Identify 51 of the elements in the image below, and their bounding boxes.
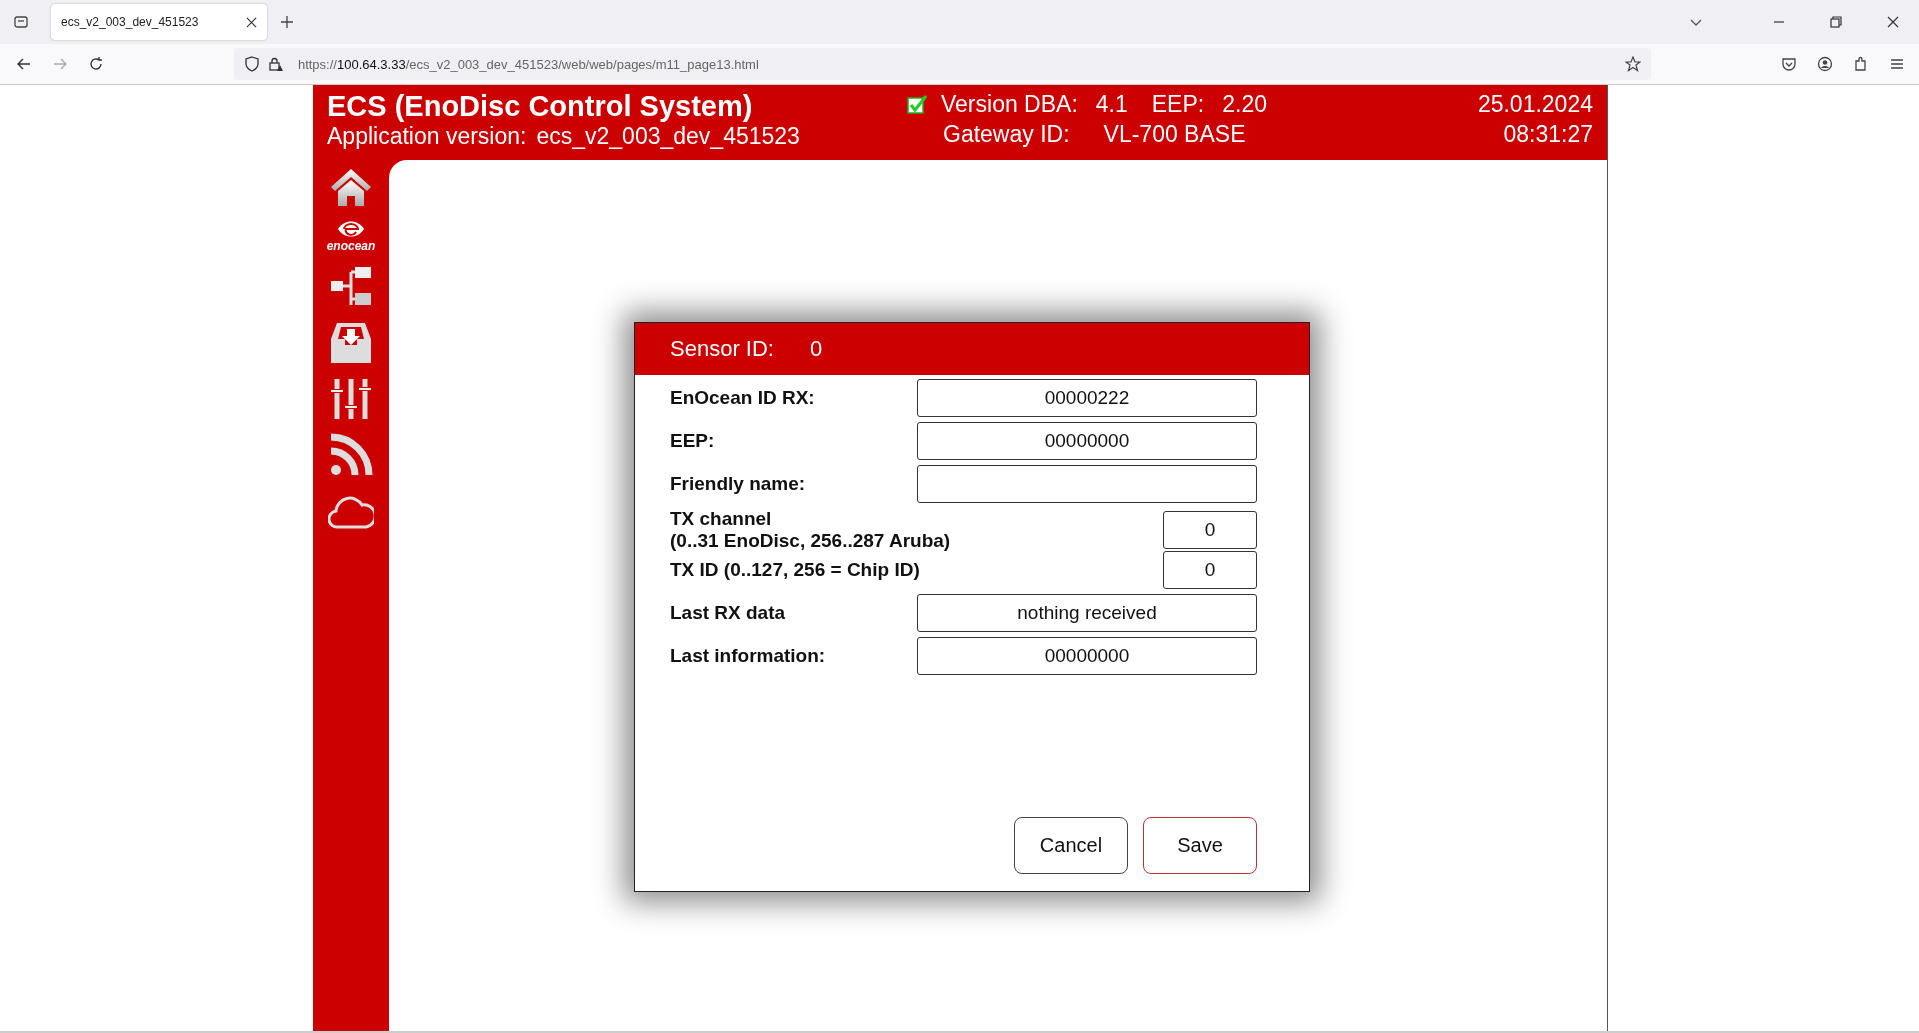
field-label: Last RX data [670,602,786,624]
field-label: Friendly name: [670,473,806,495]
app-title: ECS (EnoDisc Control System) [327,90,754,123]
inbox-download-icon[interactable] [329,321,373,365]
shield-icon[interactable] [243,56,260,72]
home-icon[interactable] [329,167,373,207]
gateway-id: VL-700 BASE [1103,121,1246,148]
url-text: https://100.64.3.33/ecs_v2_003_dev_451523/web/web/pages/m11_page13.html [297,56,759,72]
input-field[interactable]: 0 [1163,551,1257,589]
field-label: EEP: [670,430,715,452]
rss-icon[interactable] [329,433,373,477]
back-icon[interactable] [16,56,32,72]
pocket-icon[interactable] [1781,56,1798,72]
app-version-label: Application version: [327,123,527,150]
lock-warning-icon[interactable] [267,56,284,72]
close-icon[interactable] [1887,16,1899,28]
reload-icon[interactable] [87,56,104,72]
close-icon[interactable] [246,16,257,28]
field-label: Last information: [670,645,826,667]
account-icon[interactable] [1817,56,1834,72]
dba-version: 4.1 [1095,91,1128,118]
cancel-button[interactable]: Cancel [1014,817,1128,874]
restore-icon[interactable] [1830,16,1842,28]
dba-label: Version DBA: [941,91,1078,118]
input-field[interactable]: 0 [1163,511,1257,549]
input-field[interactable]: 00000222 [917,379,1257,417]
sliders-icon[interactable] [329,377,373,421]
tab-list-icon[interactable] [13,14,29,30]
sensor-id: 0 [809,336,823,362]
eep-version: 2.20 [1222,91,1267,118]
app-version: ecs_v2_003_dev_451523 [536,123,800,150]
field-label: TX channel [670,508,773,530]
eep-label: EEP: [1151,91,1205,118]
field-label: TX ID (0..127, 256 = Chip ID) [670,559,920,581]
time: 08:31:27 [1503,121,1593,148]
field-label: EnOcean ID RX: [670,387,815,409]
address-bar[interactable]: https://100.64.3.33/ecs_v2_003_dev_451523/web/web/pages/m11_page13.html [233,48,1652,80]
date: 25.01.2024 [1477,91,1593,118]
input-field[interactable]: 00000000 [917,637,1257,675]
browser-tab[interactable]: ecs_v2_003_dev_451523 [51,4,267,40]
gateway-label: Gateway ID: [943,121,1070,148]
dialog-title: Sensor ID: [670,336,774,362]
input-field[interactable] [917,465,1257,503]
new-tab-icon[interactable] [280,15,294,29]
enocean-logo[interactable]: enocean [326,219,376,253]
field-hint: (0..31 EnoDisc, 256..287 Aruba) [670,530,951,552]
star-icon[interactable] [1625,56,1642,72]
save-button[interactable]: Save [1143,817,1257,874]
input-field[interactable]: nothing received [917,594,1257,632]
menu-icon[interactable] [1889,56,1905,72]
input-field[interactable]: 00000000 [917,422,1257,460]
